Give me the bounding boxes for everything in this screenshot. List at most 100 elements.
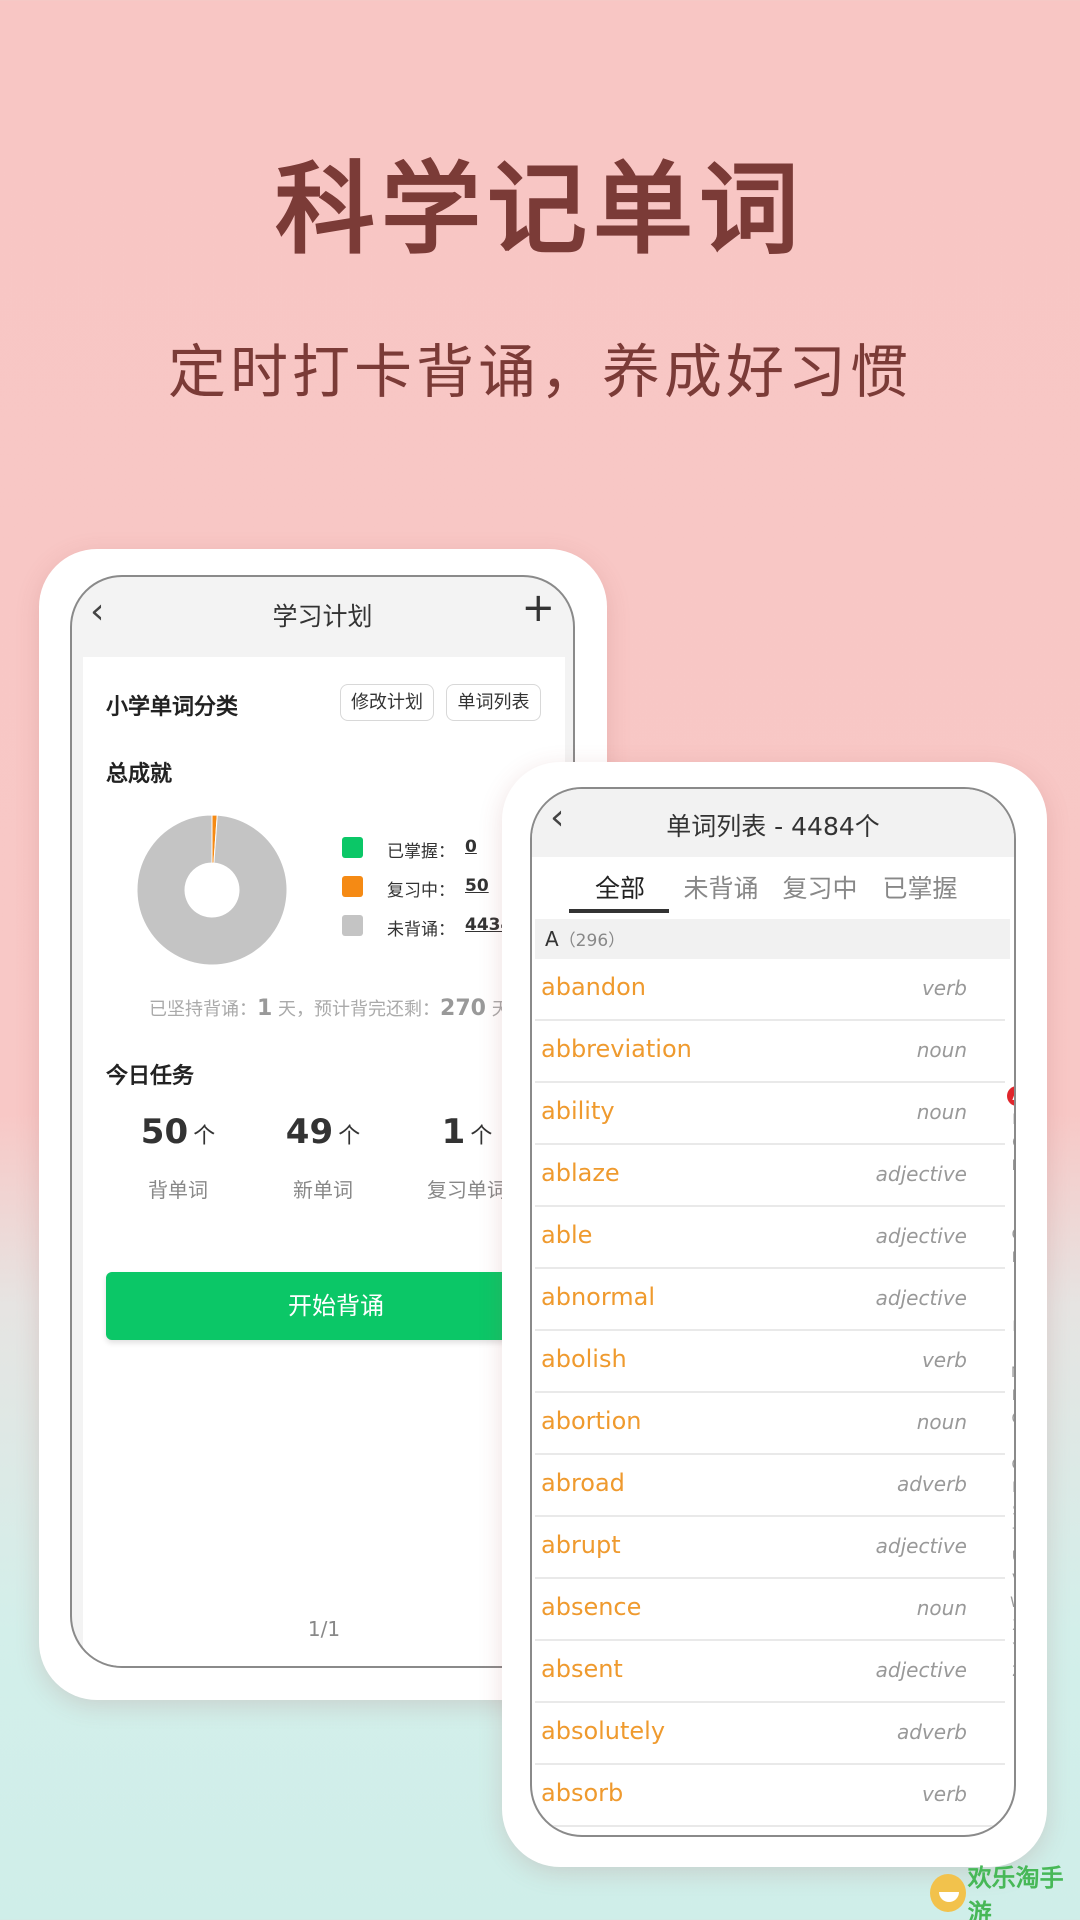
alphabet-index-i[interactable]: I — [1006, 1270, 1014, 1293]
word-list-item[interactable]: abandon verb — [535, 959, 1005, 1021]
word-text: abolish — [541, 1345, 627, 1373]
word-list-item[interactable]: abrupt adjective — [535, 1517, 1005, 1579]
alphabet-index-u[interactable]: U — [1006, 1546, 1014, 1569]
word-list-item[interactable]: abortion noun — [535, 1393, 1005, 1455]
word-list-item[interactable]: absent adjective — [535, 1641, 1005, 1703]
alphabet-index-f[interactable]: F — [1006, 1201, 1014, 1224]
part-of-speech: adjective — [875, 1658, 967, 1682]
word-text: ability — [541, 1097, 615, 1125]
alphabet-index-o[interactable]: O — [1006, 1408, 1014, 1431]
word-list-button[interactable]: 单词列表 — [446, 684, 541, 721]
page-title: 学习计划 — [272, 602, 373, 631]
word-text: abandon — [541, 973, 646, 1001]
alphabet-index-g[interactable]: G — [1006, 1224, 1014, 1247]
alphabet-index-t[interactable]: T — [1006, 1523, 1014, 1546]
alphabet-index-l[interactable]: L — [1006, 1339, 1014, 1362]
active-tab-indicator — [569, 909, 669, 913]
plus-icon[interactable]: + — [521, 585, 555, 631]
word-text: abroad — [541, 1469, 625, 1497]
section-letter: A — [545, 927, 559, 951]
task-number: 1 — [441, 1112, 466, 1152]
word-list-item[interactable]: ablaze adjective — [535, 1145, 1005, 1207]
legend-swatch — [342, 876, 363, 897]
word-list-item[interactable]: abolish verb — [535, 1331, 1005, 1393]
part-of-speech: adverb — [896, 1720, 967, 1744]
word-text: absent — [541, 1655, 623, 1683]
word-list-item[interactable]: abbreviation noun — [535, 1021, 1005, 1083]
stats-line: 已坚持背诵：1 天，预计背完还剩：270 天 — [149, 995, 510, 1021]
word-list-item[interactable]: abroad adverb — [535, 1455, 1005, 1517]
alphabet-index-x[interactable]: X — [1006, 1615, 1014, 1638]
alphabet-index-j[interactable]: J — [1006, 1293, 1014, 1316]
alphabet-index-k[interactable]: K — [1006, 1316, 1014, 1339]
part-of-speech: verb — [921, 976, 967, 1000]
word-text: absorb — [541, 1779, 624, 1807]
task-count: 50 个 — [118, 1112, 238, 1152]
edit-plan-button[interactable]: 修改计划 — [340, 684, 434, 721]
word-list-item[interactable]: able adjective — [535, 1207, 1005, 1269]
alphabet-index-h[interactable]: H — [1006, 1247, 1014, 1270]
task-unit: 个 — [338, 1124, 361, 1149]
alphabet-index-a[interactable]: A — [1007, 1086, 1014, 1106]
alphabet-index-n[interactable]: N — [1006, 1385, 1014, 1408]
legend-value[interactable]: 50 — [465, 876, 489, 896]
alphabet-index-b[interactable]: B — [1006, 1109, 1014, 1132]
alphabet-index-z[interactable]: Z — [1006, 1661, 1014, 1684]
part-of-speech: verb — [921, 1348, 967, 1372]
alphabet-index-p[interactable]: P — [1006, 1431, 1014, 1454]
alphabet-index-c[interactable]: C — [1006, 1132, 1014, 1155]
word-list-item[interactable]: absolutely adverb — [535, 1703, 1005, 1765]
legend-swatch — [342, 837, 363, 858]
tab-mastered[interactable]: 已掌握 — [882, 869, 957, 905]
alphabet-index-s[interactable]: S — [1006, 1500, 1014, 1523]
alphabet-index-w[interactable]: W — [1006, 1592, 1014, 1615]
alphabet-index-y[interactable]: Y — [1006, 1638, 1014, 1661]
word-list-item[interactable]: absence noun — [535, 1579, 1005, 1641]
word-text: ablaze — [541, 1159, 620, 1187]
legend-swatch — [342, 915, 363, 936]
section-header: A（296） — [535, 919, 1010, 959]
stats-prefix: 已坚持背诵： — [149, 999, 257, 1020]
tab-not-recited[interactable]: 未背诵 — [683, 869, 758, 905]
part-of-speech: noun — [916, 1410, 967, 1434]
task-count: 49 个 — [263, 1112, 383, 1152]
header: ‹ 单词列表 - 4484个 — [532, 789, 1014, 857]
task-unit: 个 — [193, 1124, 216, 1149]
watermark-logo: 欢乐淘手游 — [930, 1864, 1080, 1920]
word-list-item[interactable]: ability noun — [535, 1083, 1005, 1145]
start-recite-button[interactable]: 开始背诵 — [106, 1272, 566, 1340]
part-of-speech: noun — [916, 1038, 967, 1062]
word-list-item[interactable]: abnormal adjective — [535, 1269, 1005, 1331]
word-list-mockup: ‹ 单词列表 - 4484个 全部 未背诵 复习中 已掌握 A（296） aba… — [502, 762, 1047, 1867]
smiley-icon — [930, 1874, 966, 1912]
word-list-screen: ‹ 单词列表 - 4484个 全部 未背诵 复习中 已掌握 A（296） aba… — [530, 787, 1016, 1837]
word-text: absence — [541, 1593, 642, 1621]
alphabet-index-d[interactable]: D — [1006, 1155, 1014, 1178]
part-of-speech: adjective — [875, 1286, 967, 1310]
achievement-heading: 总成就 — [106, 762, 173, 787]
word-text: abortion — [541, 1407, 642, 1435]
alphabet-index-v[interactable]: V — [1006, 1569, 1014, 1592]
stats-mid: 天，预计背完还剩： — [278, 999, 441, 1020]
study-plan-screen: ‹ 学习计划 + 小学单词分类 修改计划 单词列表 总成就 已掌握： 0 复习中… — [70, 575, 575, 1668]
category-title: 小学单词分类 — [106, 695, 239, 720]
alphabet-index-m[interactable]: M — [1006, 1362, 1014, 1385]
hero-title: 科学记单词 — [275, 150, 805, 268]
tab-reviewing[interactable]: 复习中 — [782, 869, 857, 905]
alphabet-index-r[interactable]: R — [1006, 1477, 1014, 1500]
part-of-speech: noun — [916, 1596, 967, 1620]
section-count: （296） — [558, 931, 626, 951]
task-number: 50 — [140, 1112, 189, 1152]
alphabet-index-e[interactable]: E — [1006, 1178, 1014, 1201]
page-title: 单词列表 - 4484个 — [666, 812, 880, 841]
alphabet-index-q[interactable]: Q — [1006, 1454, 1014, 1477]
legend-label: 未背诵： — [387, 920, 455, 940]
word-list-item[interactable]: absorb verb — [535, 1765, 1005, 1827]
part-of-speech: noun — [916, 1100, 967, 1124]
task-unit: 个 — [470, 1124, 493, 1149]
tab-all[interactable]: 全部 — [595, 869, 645, 905]
days-remaining: 270 — [440, 996, 486, 1021]
word-text: abrupt — [541, 1531, 621, 1559]
task-label: 新单词 — [293, 1178, 353, 1202]
legend-value[interactable]: 0 — [465, 837, 477, 857]
